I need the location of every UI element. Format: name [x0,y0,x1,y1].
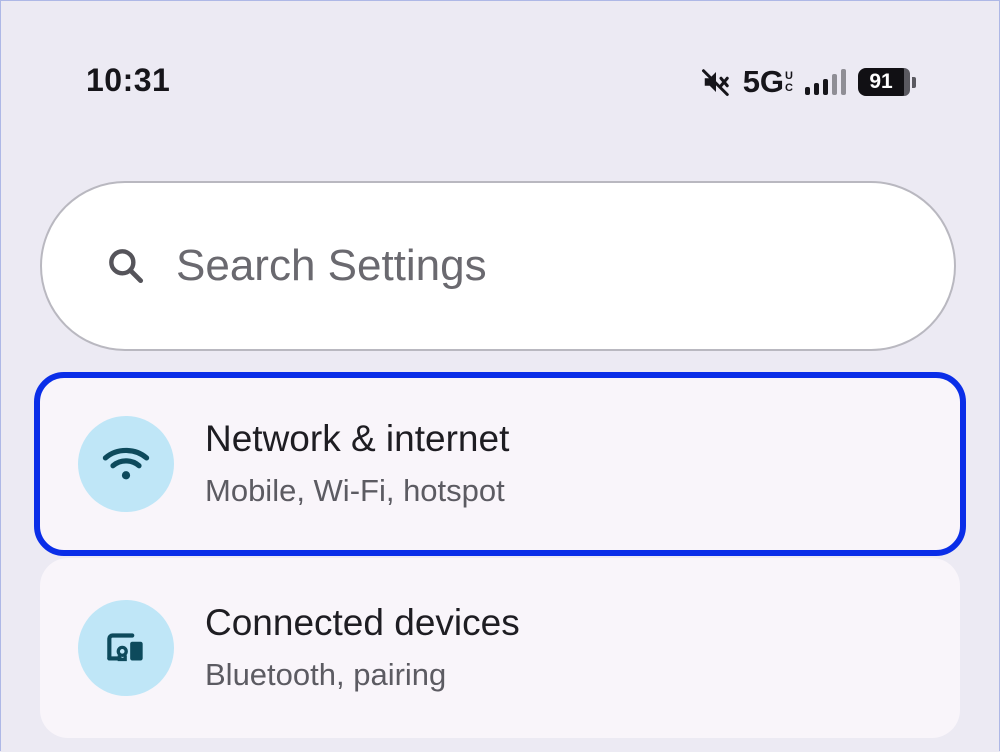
signal-icon [805,69,846,95]
network-type: 5G U C [743,65,793,99]
network-type-suffix-top: U [785,70,793,82]
search-placeholder[interactable]: Search Settings [176,241,487,291]
setting-network-internet[interactable]: Network & internet Mobile, Wi-Fi, hotspo… [34,372,966,556]
status-icons: 5G U C 91 [701,62,916,102]
setting-subtitle: Mobile, Wi-Fi, hotspot [205,473,505,508]
setting-subtitle: Bluetooth, pairing [205,657,447,692]
status-time: 10:31 [86,62,171,98]
search-bar[interactable]: Search Settings [40,181,956,351]
setting-connected-text: Connected devices Bluetooth, pairing [205,601,520,695]
mute-icon [701,67,731,97]
network-icon-circle [78,416,174,512]
setting-title: Network & internet [205,418,510,459]
network-type-suffix: U C [785,70,793,94]
connected-devices-icon-circle [78,600,174,696]
setting-title: Connected devices [205,602,520,643]
search-icon [109,249,144,284]
wifi-icon [102,447,150,480]
connected-devices-icon [107,633,143,662]
setting-network-text: Network & internet Mobile, Wi-Fi, hotspo… [205,417,509,511]
network-type-label: 5G [742,64,785,99]
battery-level: 91 [858,68,910,96]
network-type-suffix-bottom: C [785,82,793,94]
status-bar: 10:31 5G U C 91 [0,0,1000,160]
battery-icon: 91 [858,68,916,96]
setting-connected-devices[interactable]: Connected devices Bluetooth, pairing [40,558,960,738]
